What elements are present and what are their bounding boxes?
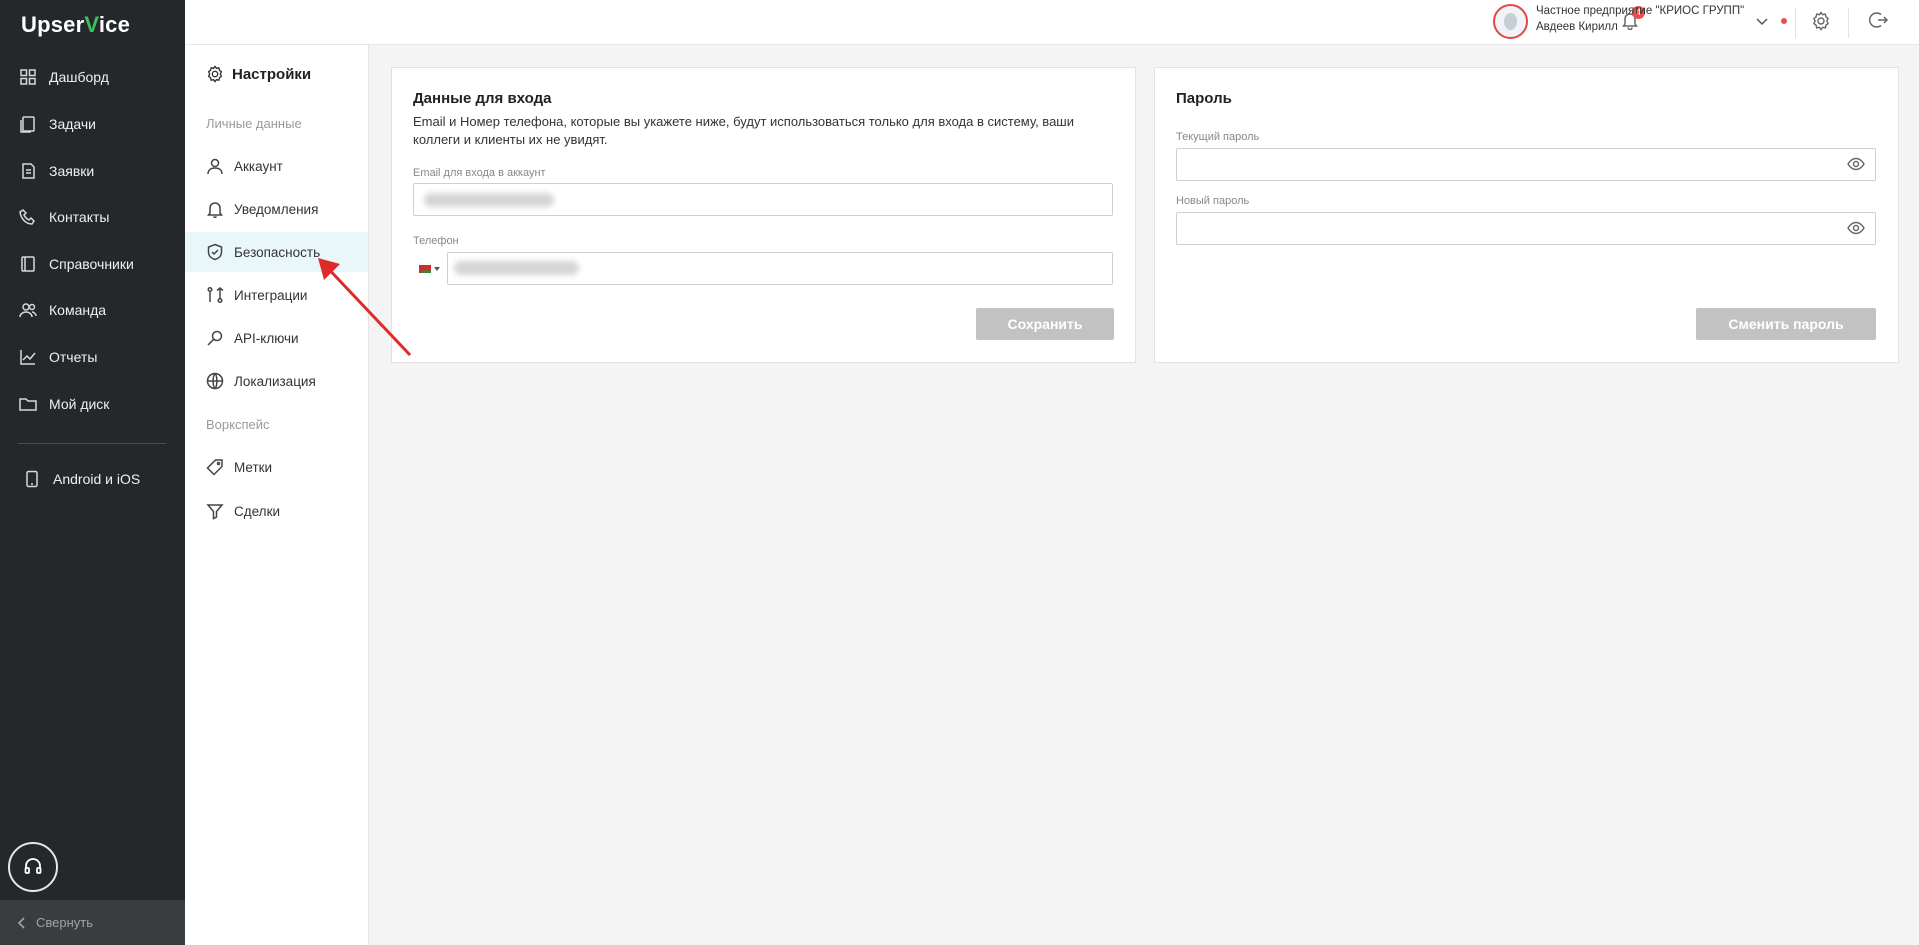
- bell-icon: [206, 200, 234, 218]
- settings-item-api-keys[interactable]: API-ключи: [185, 318, 368, 358]
- new-password-label: Новый пароль: [1176, 195, 1250, 207]
- nav-item-reports[interactable]: Отчеты: [0, 337, 185, 377]
- nav-item-label: Android и iOS: [53, 471, 141, 487]
- settings-item-account[interactable]: Аккаунт: [185, 146, 368, 186]
- group-label-personal: Личные данные: [206, 116, 302, 131]
- integration-icon: [206, 286, 234, 304]
- avatar[interactable]: [1493, 4, 1528, 39]
- dashboard-icon: [19, 68, 37, 86]
- current-password-input[interactable]: [1176, 148, 1876, 181]
- phone-label: Телефон: [413, 235, 459, 247]
- logo[interactable]: UpserVice: [21, 12, 130, 38]
- reference-icon: [19, 255, 37, 273]
- email-label: Email для входа в аккаунт: [413, 167, 546, 179]
- password-card: Пароль Текущий пароль Новый пароль Смени…: [1154, 67, 1899, 363]
- funnel-icon: [206, 502, 234, 520]
- user-name: Авдеев Кирилл: [1536, 21, 1618, 33]
- nav-item-label: Задачи: [49, 116, 97, 132]
- headset-icon: [23, 857, 43, 877]
- nav-item-dashboard[interactable]: Дашборд: [0, 57, 185, 97]
- settings-item-deals[interactable]: Сделки: [185, 491, 368, 531]
- settings-item-integrations[interactable]: Интеграции: [185, 275, 368, 315]
- globe-icon: [206, 372, 234, 390]
- reports-icon: [19, 348, 37, 366]
- flag-icon: [419, 265, 431, 273]
- tag-icon: [206, 458, 234, 476]
- nav-item-label: Команда: [49, 302, 107, 318]
- team-icon: [19, 301, 37, 319]
- key-icon: [206, 329, 234, 347]
- account-switcher[interactable]: Частное предприятие "КРИОС ГРУПП" Авдеев…: [1536, 3, 1744, 35]
- nav-divider: [18, 443, 166, 444]
- email-value-redacted: [424, 193, 554, 207]
- nav-item-requests[interactable]: Заявки: [0, 151, 185, 191]
- tasks-icon: [19, 115, 37, 133]
- current-password-label: Текущий пароль: [1176, 131, 1260, 143]
- nav-item-tasks[interactable]: Задачи: [0, 104, 185, 144]
- logout-icon: [1868, 12, 1889, 34]
- topbar-divider: [1848, 8, 1849, 38]
- card-title: Пароль: [1176, 90, 1232, 107]
- chevron-left-icon: [16, 916, 36, 929]
- topbar-divider: [1795, 8, 1796, 38]
- toggle-current-password-visibility[interactable]: [1847, 155, 1867, 175]
- requests-icon: [19, 162, 37, 180]
- group-label-workspace: Воркспейс: [206, 417, 270, 432]
- nav-item-my-disk[interactable]: Мой диск: [0, 384, 185, 424]
- toggle-new-password-visibility[interactable]: [1847, 219, 1867, 239]
- phone-icon: [23, 470, 41, 488]
- settings-button[interactable]: [1811, 11, 1833, 33]
- nav-item-reference[interactable]: Справочники: [0, 244, 185, 284]
- country-selector[interactable]: [419, 263, 447, 275]
- phone-value-redacted: [454, 261, 579, 275]
- shield-icon: [206, 243, 234, 261]
- save-button[interactable]: Сохранить: [976, 308, 1114, 340]
- nav-item-label: Дашборд: [49, 69, 109, 85]
- settings-title: Настройки: [206, 65, 311, 83]
- folder-icon: [19, 395, 37, 413]
- settings-item-notifications[interactable]: Уведомления: [185, 189, 368, 229]
- nav-item-mobile-apps[interactable]: Android и iOS: [0, 459, 185, 499]
- collapse-sidebar-button[interactable]: Свернуть: [0, 900, 185, 945]
- gear-icon: [1811, 11, 1831, 35]
- status-dot: [1781, 18, 1787, 24]
- account-dropdown-toggle[interactable]: [1755, 14, 1769, 28]
- contacts-icon: [19, 208, 37, 226]
- user-icon: [206, 157, 234, 175]
- nav-item-label: Заявки: [49, 163, 95, 179]
- chevron-down-icon: [1755, 15, 1769, 32]
- caret-down-icon: [434, 267, 440, 271]
- nav-item-label: Отчеты: [49, 349, 98, 365]
- nav-item-label: Справочники: [49, 256, 134, 272]
- top-bar: 4 Частное предприятие "КРИОС ГРУПП" Авде…: [185, 0, 1919, 45]
- nav-item-team[interactable]: Команда: [0, 290, 185, 330]
- nav-item-contacts[interactable]: Контакты: [0, 197, 185, 237]
- new-password-input[interactable]: [1176, 212, 1876, 245]
- login-data-card: Данные для входа Email и Номер телефона,…: [391, 67, 1136, 363]
- settings-item-tags[interactable]: Метки: [185, 447, 368, 487]
- main-sidebar: UpserVice Дашборд Задачи Заявки Контакты…: [0, 0, 185, 945]
- settings-item-localization[interactable]: Локализация: [185, 361, 368, 401]
- company-name: Частное предприятие "КРИОС ГРУПП": [1536, 5, 1745, 17]
- collapse-label: Свернуть: [36, 915, 94, 930]
- eye-icon: [1847, 157, 1865, 177]
- logout-button[interactable]: [1868, 10, 1891, 34]
- eye-icon: [1847, 221, 1865, 241]
- card-title: Данные для входа: [413, 90, 552, 107]
- nav-item-label: Мой диск: [49, 396, 110, 412]
- card-description: Email и Номер телефона, которые вы укаже…: [413, 114, 1074, 147]
- settings-item-security[interactable]: Безопасность: [185, 232, 368, 272]
- change-password-button[interactable]: Сменить пароль: [1696, 308, 1876, 340]
- support-button[interactable]: [8, 842, 58, 892]
- nav-item-label: Контакты: [49, 209, 110, 225]
- settings-sidebar: Настройки Личные данные Аккаунт Уведомле…: [185, 45, 369, 945]
- gear-icon: [206, 65, 232, 83]
